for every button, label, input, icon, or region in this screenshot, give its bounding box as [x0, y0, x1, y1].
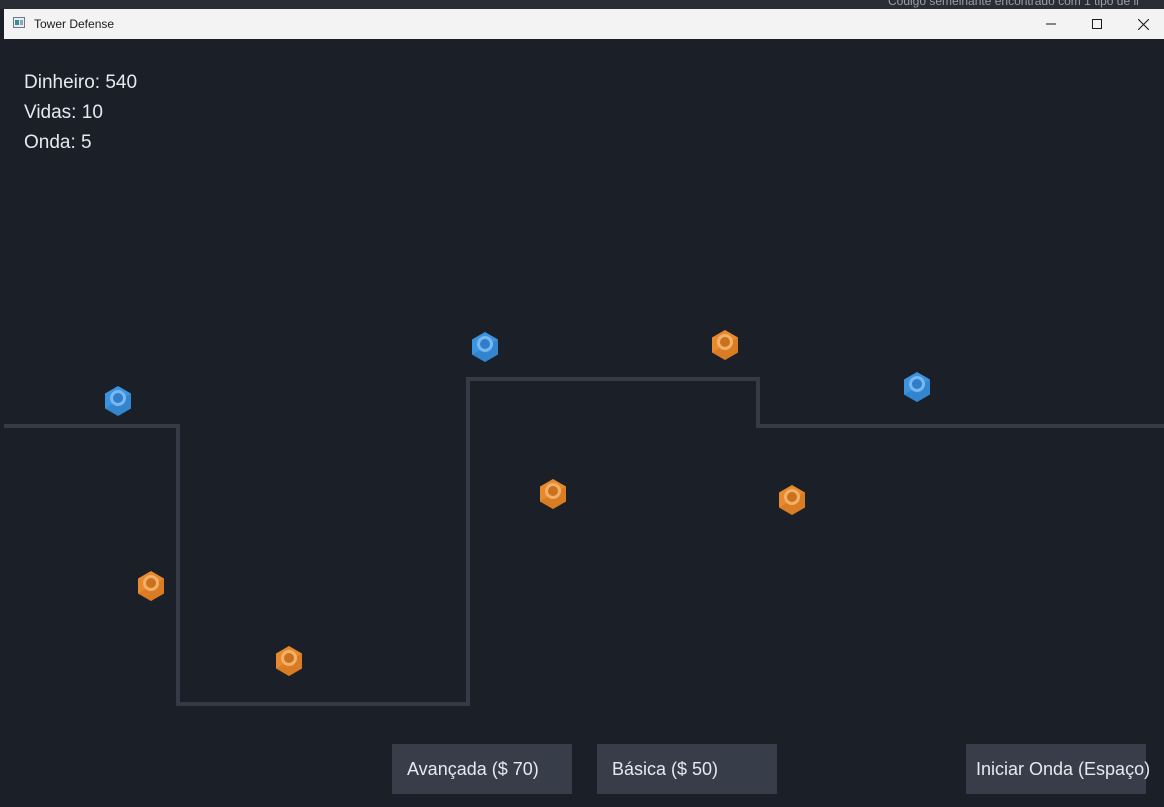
background-window-text: Código semelhante encontrado com 1 tipo …: [888, 0, 1139, 8]
enemy-path: [4, 377, 1164, 706]
close-button[interactable]: [1120, 9, 1164, 39]
game-canvas[interactable]: Dinheiro: 540 Vidas: 10 Onda: 5 Avançada…: [4, 39, 1164, 807]
minimize-button[interactable]: [1028, 9, 1074, 39]
wave-label: Onda:: [24, 132, 76, 153]
lives-label: Vidas:: [24, 102, 77, 123]
title-bar[interactable]: Tower Defense: [4, 9, 1164, 39]
advanced-tower[interactable]: [472, 332, 498, 362]
game-board[interactable]: [4, 39, 1164, 807]
advanced-tower[interactable]: [904, 372, 930, 402]
start-wave-button[interactable]: Iniciar Onda (Espaço): [966, 744, 1150, 794]
app-icon: [13, 17, 25, 28]
basic-tower[interactable]: [779, 485, 805, 515]
buy-basic-tower-button[interactable]: Básica ($ 50): [597, 744, 777, 794]
maximize-icon: [1092, 19, 1102, 29]
money-display: Dinheiro: 540: [24, 72, 137, 94]
basic-tower[interactable]: [712, 330, 738, 360]
basic-tower[interactable]: [540, 479, 566, 509]
wave-value: 5: [81, 132, 92, 153]
basic-tower[interactable]: [138, 571, 164, 601]
lives-display: Vidas: 10: [24, 102, 103, 124]
money-value: 540: [105, 72, 138, 93]
wave-display: Onda: 5: [24, 132, 92, 154]
money-label: Dinheiro:: [24, 72, 101, 93]
maximize-button[interactable]: [1074, 9, 1120, 39]
window-title: Tower Defense: [34, 17, 115, 31]
buy-advanced-tower-button[interactable]: Avançada ($ 70): [392, 744, 572, 794]
screen: Código semelhante encontrado com 1 tipo …: [0, 0, 1164, 807]
app-window: Tower Defense Dinheiro: 540 Vidas: 10 On…: [4, 9, 1164, 807]
minimize-icon: [1046, 23, 1056, 25]
advanced-tower[interactable]: [105, 386, 131, 416]
towers-layer: [105, 330, 930, 676]
basic-tower[interactable]: [276, 646, 302, 676]
background-window-strip: Código semelhante encontrado com 1 tipo …: [0, 0, 1164, 9]
close-icon: [1137, 18, 1149, 30]
lives-value: 10: [81, 102, 103, 123]
